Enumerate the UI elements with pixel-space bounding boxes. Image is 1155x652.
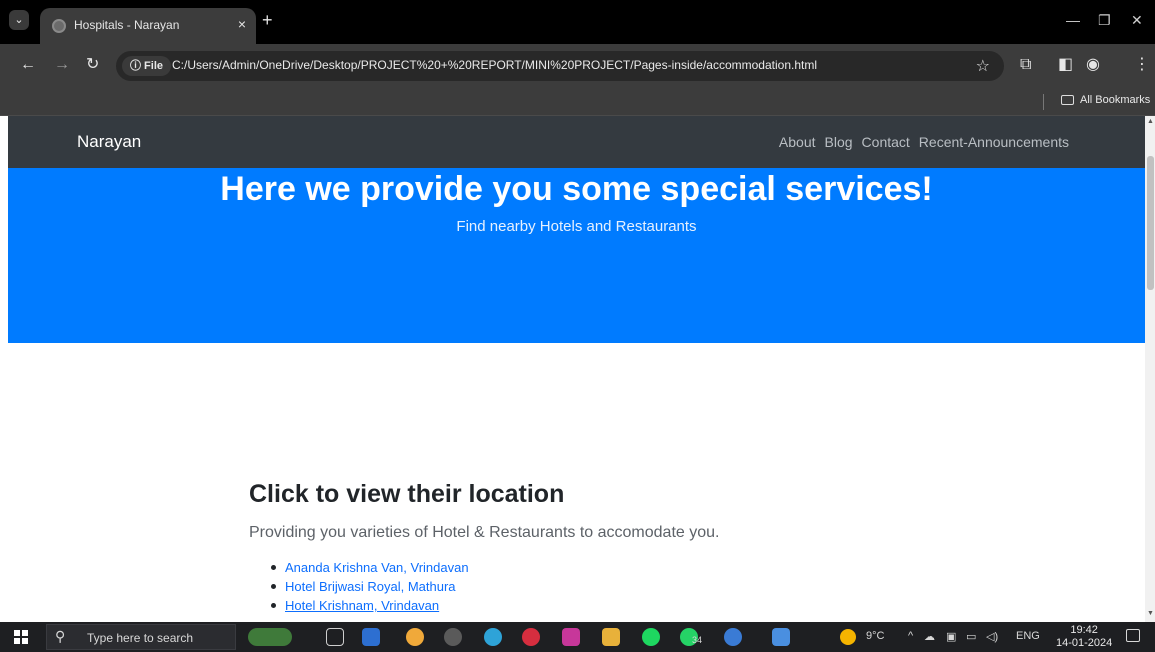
site-brand[interactable]: Narayan	[77, 132, 141, 152]
folder-icon	[1061, 95, 1074, 105]
hotel-link[interactable]: Hotel Krishnam, Vrindavan	[285, 598, 439, 613]
tab-title: Hospitals - Narayan	[74, 18, 180, 32]
nav-link-about[interactable]: About	[779, 134, 816, 150]
list-item: Hotel Brijwasi Royal, Mathura	[271, 577, 949, 596]
nav-links: About Blog Contact Recent-Announcements	[779, 134, 1069, 150]
restore-icon[interactable]: ❐	[1098, 12, 1111, 29]
extensions-icon[interactable]: ⧉	[1020, 56, 1031, 74]
weather-moon-icon[interactable]	[840, 629, 856, 645]
app-icon[interactable]	[444, 628, 462, 646]
menu-dots-icon[interactable]: ⋮	[1134, 56, 1150, 74]
nav-link-contact[interactable]: Contact	[862, 134, 910, 150]
network-icon[interactable]: ▣	[946, 630, 956, 643]
cloud-icon[interactable]: ☁	[924, 630, 935, 643]
clock[interactable]: 19:42 14-01-2024	[1056, 624, 1112, 650]
scroll-up-arrow-icon[interactable]: ▲	[1147, 118, 1154, 125]
file-explorer-icon[interactable]	[602, 628, 620, 646]
browser-tab-strip: ⌄ Hospitals - Narayan × + — ❐ ✕	[0, 0, 1155, 44]
pinterest-icon[interactable]	[522, 628, 540, 646]
section-heading: Click to view their location	[249, 480, 565, 508]
taskbar: ⚲ Type here to search 34 9°C ^ ☁ ▣ ▭ ◁) …	[0, 622, 1155, 652]
list-item: Ananda Krishna Van, Vrindavan	[271, 558, 949, 577]
spotify-icon[interactable]	[642, 628, 660, 646]
globe-icon	[52, 19, 66, 33]
taskbar-search[interactable]: ⚲ Type here to search	[46, 624, 236, 650]
close-window-icon[interactable]: ✕	[1131, 12, 1143, 29]
bookmarks-bar: All Bookmarks	[0, 88, 1155, 116]
section-lead: Providing you varieties of Hotel & Resta…	[249, 524, 720, 541]
clock-time: 19:42	[1070, 624, 1098, 636]
clock-date: 14-01-2024	[1056, 637, 1113, 649]
windows-start-icon[interactable]	[14, 630, 28, 644]
minimize-icon[interactable]: —	[1066, 12, 1080, 28]
weather-temp[interactable]: 9°C	[866, 630, 884, 642]
url-text[interactable]: C:/Users/Admin/OneDrive/Desktop/PROJECT%…	[172, 58, 817, 72]
browser-tab[interactable]: Hospitals - Narayan ×	[40, 8, 256, 44]
app-icon[interactable]	[772, 628, 790, 646]
page-scrollbar[interactable]: ▲ ▼	[1145, 116, 1155, 622]
forward-arrow-icon[interactable]: →	[54, 56, 70, 74]
scrollbar-thumb[interactable]	[1147, 156, 1154, 290]
chrome-icon[interactable]	[406, 628, 424, 646]
hero-banner: Here we provide you some special service…	[8, 168, 1145, 343]
store-icon[interactable]	[362, 628, 380, 646]
hero-subheading: Find nearby Hotels and Restaurants	[456, 218, 697, 235]
hotel-list: Ananda Krishna Van, Vrindavan Hotel Brij…	[271, 558, 949, 615]
reload-icon[interactable]: ↻	[86, 56, 99, 74]
bookmark-star-icon[interactable]: ☆	[976, 56, 990, 76]
hero-heading: Here we provide you some special service…	[220, 170, 933, 208]
app-icon[interactable]	[724, 628, 742, 646]
tennis-widget-icon[interactable]	[248, 628, 292, 646]
task-view-icon[interactable]	[326, 628, 344, 646]
address-bar[interactable]: ⓘ File C:/Users/Admin/OneDrive/Desktop/P…	[116, 51, 1004, 81]
hotel-link[interactable]: Hotel Brijwasi Royal, Mathura	[285, 579, 456, 594]
tab-search-icon[interactable]: ⌄	[9, 10, 29, 30]
page-viewport: Narayan About Blog Contact Recent-Announ…	[8, 116, 1145, 622]
battery-icon[interactable]: ▭	[966, 630, 976, 643]
divider	[1043, 94, 1044, 110]
toolbar: ← → ↻ ⓘ File C:/Users/Admin/OneDrive/Des…	[0, 44, 1155, 88]
all-bookmarks-button[interactable]: All Bookmarks	[1080, 94, 1150, 106]
side-panel-icon[interactable]: ◧	[1058, 56, 1073, 74]
edge-icon[interactable]	[484, 628, 502, 646]
nav-link-blog[interactable]: Blog	[825, 134, 853, 150]
site-info-chip[interactable]: ⓘ File	[122, 56, 172, 76]
site-navbar: Narayan About Blog Contact Recent-Announ…	[8, 116, 1145, 168]
new-tab-icon[interactable]: +	[262, 11, 273, 29]
hotel-link[interactable]: Ananda Krishna Van, Vrindavan	[285, 560, 469, 575]
language-indicator[interactable]: ENG	[1016, 630, 1040, 642]
search-icon: ⚲	[55, 628, 66, 644]
search-placeholder: Type here to search	[87, 631, 194, 645]
back-arrow-icon[interactable]: ←	[20, 56, 36, 74]
volume-icon[interactable]: ◁)	[986, 630, 998, 643]
scroll-down-arrow-icon[interactable]: ▼	[1147, 610, 1154, 617]
nav-link-recent-announcements[interactable]: Recent-Announcements	[919, 134, 1069, 150]
hotels-section: Click to view their location Providing y…	[249, 480, 949, 615]
notification-icon[interactable]	[1126, 629, 1140, 642]
list-item: Hotel Krishnam, Vrindavan	[271, 596, 949, 615]
instagram-icon[interactable]	[562, 628, 580, 646]
chevron-up-icon[interactable]: ^	[908, 630, 913, 642]
close-tab-icon[interactable]: ×	[238, 16, 246, 32]
profile-avatar-icon[interactable]: ◉	[1086, 56, 1100, 74]
whatsapp-badge: 34	[692, 635, 703, 645]
